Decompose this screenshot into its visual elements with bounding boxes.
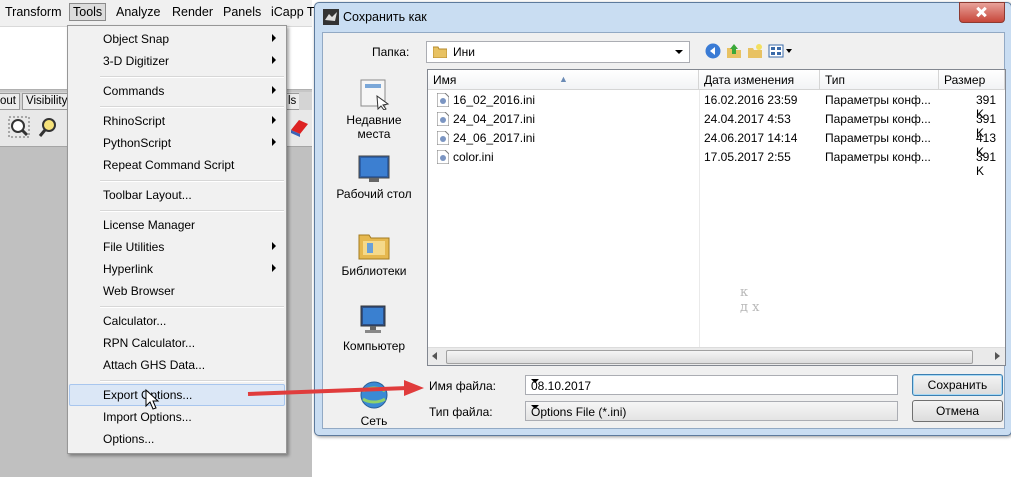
- render-icon[interactable]: [288, 116, 310, 138]
- tab-visibility[interactable]: Visibility: [22, 93, 72, 110]
- network-icon: [360, 381, 388, 409]
- menu-panels[interactable]: Panels: [220, 4, 264, 20]
- menu-item-import-options[interactable]: Import Options...: [69, 406, 285, 428]
- menu-item-attach-ghs-data[interactable]: Attach GHS Data...: [69, 354, 285, 376]
- close-button[interactable]: [959, 2, 1005, 23]
- file-row[interactable]: 24_04_2017.ini 24.04.2017 4:53 Параметры…: [428, 110, 1005, 140]
- place-libraries[interactable]: Библиотеки: [325, 229, 423, 278]
- filename-label: Имя файла:: [429, 379, 496, 393]
- menu-separator: [100, 306, 284, 308]
- view-menu-icon[interactable]: [768, 43, 794, 59]
- menu-transform[interactable]: Transform: [2, 4, 65, 20]
- menu-analyze[interactable]: Analyze: [113, 4, 163, 20]
- submenu-arrow-icon: [272, 56, 276, 64]
- sort-ascending-icon: ▲: [559, 74, 568, 84]
- column-header-size[interactable]: Размер: [939, 70, 1005, 90]
- horizontal-scrollbar[interactable]: [428, 347, 1005, 365]
- up-folder-icon[interactable]: [726, 43, 742, 59]
- menu-item-3d-digitizer[interactable]: 3-D Digitizer: [69, 50, 285, 72]
- new-folder-icon[interactable]: [747, 43, 763, 59]
- zoom-target-icon[interactable]: [38, 116, 60, 138]
- column-header-date[interactable]: Дата изменения: [699, 70, 820, 90]
- libraries-icon: [358, 234, 390, 260]
- menu-item-pythonscript[interactable]: PythonScript: [69, 132, 285, 154]
- place-recent[interactable]: Недавние места: [325, 76, 423, 141]
- menu-item-license-manager[interactable]: License Manager: [69, 214, 285, 236]
- chevron-down-icon: [675, 50, 683, 54]
- scroll-right-icon[interactable]: [995, 352, 1000, 360]
- submenu-arrow-icon: [272, 264, 276, 272]
- submenu-arrow-icon: [272, 34, 276, 42]
- rhino-app-icon: [323, 9, 339, 25]
- desktop-icon: [358, 155, 390, 182]
- menu-item-web-browser[interactable]: Web Browser: [69, 280, 285, 302]
- tools-menu: Object Snap 3-D Digitizer Commands Rhino…: [67, 25, 287, 454]
- menu-separator: [100, 106, 284, 108]
- menu-item-export-options[interactable]: Export Options...: [69, 384, 285, 406]
- computer-icon: [360, 305, 386, 333]
- ini-file-icon: [437, 131, 449, 145]
- menu-item-repeat-command-script[interactable]: Repeat Command Script: [69, 154, 285, 176]
- menu-bar: Transform Tools Analyze Render Panels iC…: [0, 0, 315, 27]
- zoom-window-icon[interactable]: [8, 116, 30, 138]
- column-header-type[interactable]: Тип: [820, 70, 939, 90]
- menu-render[interactable]: Render: [169, 4, 216, 20]
- folder-icon: [432, 45, 448, 59]
- recent-places-icon: [360, 79, 390, 111]
- save-as-dialog: Сохранить как Папка: Ини Недавние места …: [314, 2, 1011, 436]
- filetype-label: Тип файла:: [429, 405, 493, 419]
- menu-item-calculator[interactable]: Calculator...: [69, 310, 285, 332]
- menu-item-commands[interactable]: Commands: [69, 80, 285, 102]
- column-header-name[interactable]: Имя ▲: [428, 70, 699, 90]
- file-row[interactable]: 24_06_2017.ini 24.06.2017 14:14 Параметр…: [428, 129, 1005, 159]
- submenu-arrow-icon: [272, 242, 276, 250]
- filename-input[interactable]: 08.10.2017: [525, 375, 898, 395]
- places-bar: Недавние места Рабочий стол Библиотеки К…: [325, 74, 423, 428]
- dialog-title-bar[interactable]: Сохранить как: [315, 2, 1011, 31]
- file-row[interactable]: 16_02_2016.ini 16.02.2016 23:59 Параметр…: [428, 91, 1005, 121]
- tab-layout[interactable]: out: [0, 93, 20, 110]
- folder-label: Папка:: [372, 45, 410, 59]
- menu-item-object-snap[interactable]: Object Snap: [69, 28, 285, 50]
- menu-separator: [100, 76, 284, 78]
- menu-separator: [100, 210, 284, 212]
- menu-tools[interactable]: Tools: [69, 3, 107, 21]
- ini-file-icon: [437, 93, 449, 107]
- menu-item-options[interactable]: Options...: [69, 428, 285, 450]
- menu-separator: [100, 180, 284, 182]
- place-desktop[interactable]: Рабочий стол: [325, 154, 423, 201]
- submenu-arrow-icon: [272, 116, 276, 124]
- cancel-button[interactable]: Отмена: [912, 400, 1003, 422]
- menu-icapp[interactable]: iCapp T: [268, 4, 318, 20]
- menu-item-hyperlink[interactable]: Hyperlink: [69, 258, 285, 280]
- menu-item-toolbar-layout[interactable]: Toolbar Layout...: [69, 184, 285, 206]
- back-icon[interactable]: [705, 43, 721, 59]
- file-row[interactable]: color.ini 17.05.2017 2:55 Параметры конф…: [428, 148, 1005, 178]
- menu-item-file-utilities[interactable]: File Utilities: [69, 236, 285, 258]
- submenu-arrow-icon: [272, 86, 276, 94]
- chevron-down-icon[interactable]: [531, 379, 539, 383]
- submenu-arrow-icon: [272, 138, 276, 146]
- filetype-select[interactable]: Options File (*.ini): [525, 401, 898, 421]
- save-button[interactable]: Сохранить: [912, 374, 1003, 396]
- ini-file-icon: [437, 150, 449, 164]
- file-list[interactable]: Имя ▲ Дата изменения Тип Размер 16_02_20…: [427, 69, 1006, 366]
- folder-value: Ини: [453, 45, 475, 59]
- watermark-text: к д х: [740, 285, 760, 315]
- ini-file-icon: [437, 112, 449, 126]
- dialog-title: Сохранить как: [343, 10, 427, 24]
- place-computer[interactable]: Компьютер: [325, 304, 423, 353]
- chevron-down-icon: [531, 405, 539, 409]
- menu-separator: [100, 380, 284, 382]
- place-network[interactable]: Сеть: [325, 379, 423, 428]
- scroll-left-icon[interactable]: [432, 352, 437, 360]
- menu-item-rhinoscript[interactable]: RhinoScript: [69, 110, 285, 132]
- folder-combo[interactable]: Ини: [426, 41, 690, 63]
- scrollbar-thumb[interactable]: [446, 350, 973, 364]
- menu-item-rpn-calculator[interactable]: RPN Calculator...: [69, 332, 285, 354]
- dialog-client: Папка: Ини Недавние места Рабочий стол Б…: [322, 32, 1006, 429]
